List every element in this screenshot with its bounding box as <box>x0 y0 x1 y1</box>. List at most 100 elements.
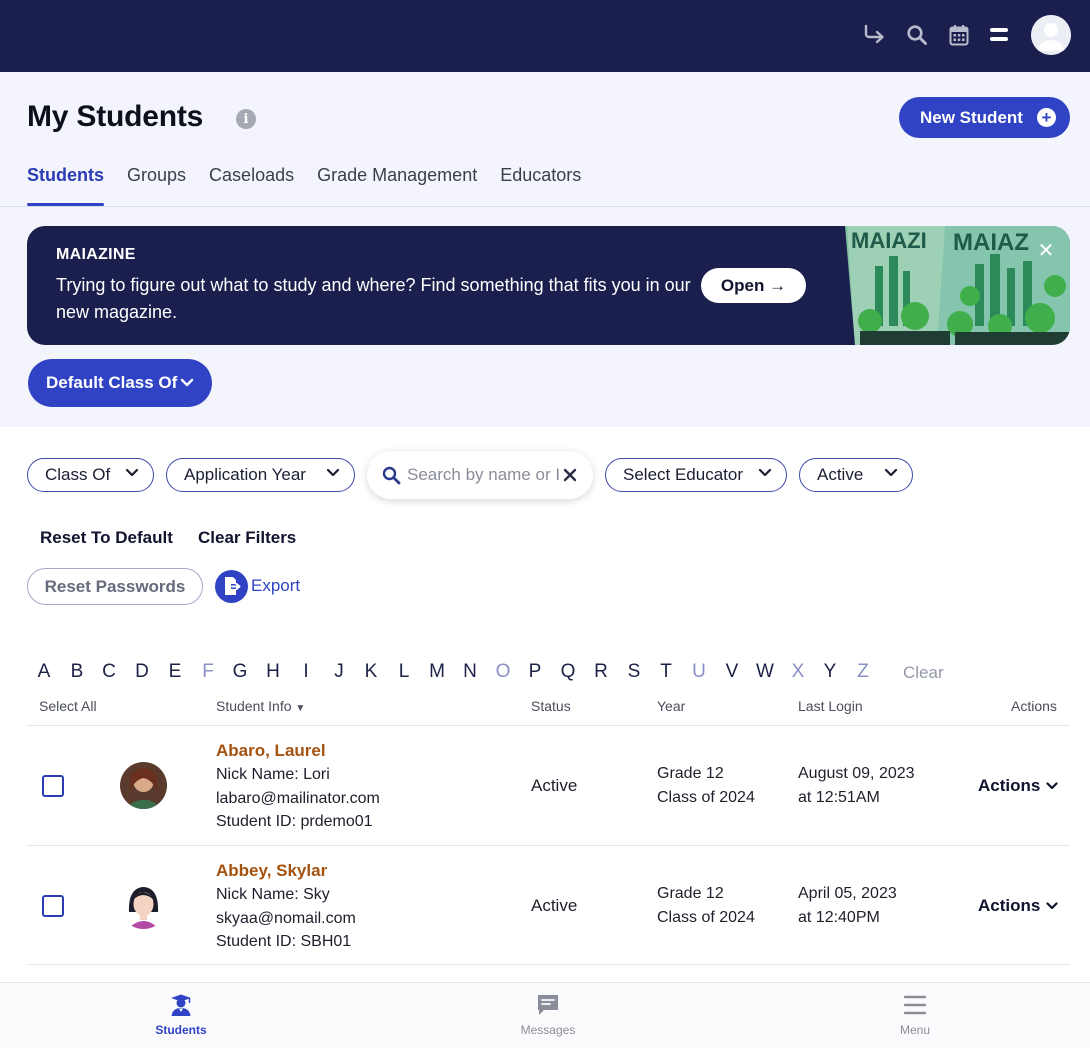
tab-caseloads[interactable]: Caseloads <box>209 162 294 206</box>
info-icon[interactable]: i <box>236 109 256 129</box>
student-year: Grade 12 Class of 2024 <box>657 762 755 809</box>
sort-caret-icon: ▼ <box>295 703 306 714</box>
export-icon <box>215 569 248 603</box>
page-title: My Students <box>27 100 204 133</box>
letter-v[interactable]: V <box>726 661 739 683</box>
letter-l[interactable]: L <box>399 661 410 683</box>
row-actions-dropdown[interactable]: Actions <box>978 896 1058 916</box>
letter-z[interactable]: Z <box>857 661 869 683</box>
chevron-down-icon <box>758 468 772 477</box>
table-row: Abaro, Laurel Nick Name: Lori labaro@mai… <box>0 726 1090 845</box>
reset-passwords-button[interactable]: Reset Passwords <box>27 568 203 605</box>
select-educator-filter[interactable]: Select Educator <box>605 458 787 492</box>
letter-p[interactable]: P <box>529 661 542 683</box>
svg-text:MAIAZ: MAIAZ <box>953 229 1029 256</box>
last-login-time: at 12:51AM <box>798 788 880 806</box>
letter-s[interactable]: S <box>628 661 641 683</box>
student-name-link[interactable]: Abbey, Skylar <box>216 861 327 881</box>
student-id: Student ID: prdemo01 <box>216 813 373 830</box>
alphabet-clear-button[interactable]: Clear <box>903 663 944 683</box>
letter-k[interactable]: K <box>365 661 378 683</box>
letter-q[interactable]: Q <box>561 661 576 683</box>
banner-close-icon[interactable]: ✕ <box>1035 239 1057 262</box>
student-id: Student ID: SBH01 <box>216 933 352 950</box>
promo-banner: MAIAZINE Trying to figure out what to st… <box>27 226 1070 345</box>
student-status: Active <box>531 896 578 915</box>
banner-open-button[interactable]: Open → <box>701 268 806 303</box>
row-checkbox[interactable] <box>42 895 64 917</box>
new-student-button[interactable]: New Student + <box>899 97 1070 138</box>
application-year-filter-label: Application Year <box>184 465 306 484</box>
student-info-header[interactable]: Student Info ▼ <box>216 698 305 714</box>
calendar-icon[interactable] <box>946 22 972 48</box>
logout-arrow-icon[interactable] <box>861 22 887 48</box>
letter-j[interactable]: J <box>334 661 344 683</box>
default-class-of-dropdown[interactable]: Default Class Of <box>28 359 212 407</box>
row-checkbox[interactable] <box>42 775 64 797</box>
status-filter-label: Active <box>817 465 864 484</box>
student-last-login: April 05, 2023 at 12:40PM <box>798 882 897 929</box>
user-avatar[interactable] <box>1031 15 1071 55</box>
student-photo <box>120 762 167 809</box>
letter-o[interactable]: O <box>496 661 511 683</box>
row-actions-dropdown[interactable]: Actions <box>978 776 1058 796</box>
letter-a[interactable]: A <box>38 661 51 683</box>
bottom-nav-students[interactable]: Students <box>121 983 241 1048</box>
letter-r[interactable]: R <box>594 661 608 683</box>
status-filter[interactable]: Active <box>799 458 913 492</box>
student-nickname: Nick Name: Sky <box>216 886 330 903</box>
letter-c[interactable]: C <box>102 661 116 683</box>
letter-f[interactable]: F <box>202 661 214 683</box>
select-all-header[interactable]: Select All <box>39 698 97 714</box>
tab-groups[interactable]: Groups <box>127 162 186 206</box>
letter-u[interactable]: U <box>692 661 706 683</box>
chevron-down-icon <box>1046 902 1058 910</box>
letter-b[interactable]: B <box>71 661 84 683</box>
chevron-down-icon <box>125 468 139 477</box>
chevron-down-icon <box>884 468 898 477</box>
letter-e[interactable]: E <box>169 661 182 683</box>
letter-d[interactable]: D <box>135 661 149 683</box>
row-divider <box>27 964 1070 965</box>
graduate-icon <box>171 994 191 1016</box>
last-login-date: August 09, 2023 <box>798 765 915 782</box>
tab-grade-management[interactable]: Grade Management <box>317 162 477 206</box>
toggle-menu-icon[interactable] <box>986 22 1012 48</box>
letter-t[interactable]: T <box>660 661 672 683</box>
message-icon <box>538 995 558 1015</box>
reset-to-default-button[interactable]: Reset To Default <box>40 528 173 548</box>
student-avatar-illustration <box>120 882 167 929</box>
letter-y[interactable]: Y <box>824 661 837 683</box>
bottom-nav-menu-label: Menu <box>899 1023 931 1037</box>
clear-search-icon[interactable] <box>563 468 577 482</box>
export-button[interactable]: Export <box>215 569 300 603</box>
tabs-divider <box>0 206 1090 207</box>
last-login-date: April 05, 2023 <box>798 885 897 902</box>
student-year: Grade 12 Class of 2024 <box>657 882 755 929</box>
class-of-filter[interactable]: Class Of <box>27 458 154 492</box>
student-details: Nick Name: Lori labaro@mailinator.com St… <box>216 763 380 834</box>
bottom-nav-messages[interactable]: Messages <box>488 983 608 1048</box>
search-input[interactable] <box>407 464 559 486</box>
letter-w[interactable]: W <box>756 661 774 683</box>
letter-i[interactable]: I <box>303 661 308 683</box>
tab-educators[interactable]: Educators <box>500 162 581 206</box>
letter-n[interactable]: N <box>463 661 477 683</box>
clear-filters-button[interactable]: Clear Filters <box>198 528 296 548</box>
letter-h[interactable]: H <box>266 661 280 683</box>
student-last-login: August 09, 2023 at 12:51AM <box>798 762 915 809</box>
tab-students[interactable]: Students <box>27 162 105 206</box>
chevron-down-icon <box>1046 782 1058 790</box>
row-actions-label: Actions <box>978 776 1041 795</box>
student-class-of: Class of 2024 <box>657 908 755 926</box>
banner-title: MAIAZINE <box>56 246 136 263</box>
bottom-nav-menu[interactable]: Menu <box>855 983 975 1048</box>
top-navigation-bar <box>0 0 1090 72</box>
letter-g[interactable]: G <box>233 661 248 683</box>
student-name-link[interactable]: Abaro, Laurel <box>216 741 326 761</box>
search-icon[interactable] <box>904 22 930 48</box>
last-login-time: at 12:40PM <box>798 908 880 926</box>
application-year-filter[interactable]: Application Year <box>166 458 355 492</box>
letter-x[interactable]: X <box>792 661 805 683</box>
letter-m[interactable]: M <box>429 661 445 683</box>
